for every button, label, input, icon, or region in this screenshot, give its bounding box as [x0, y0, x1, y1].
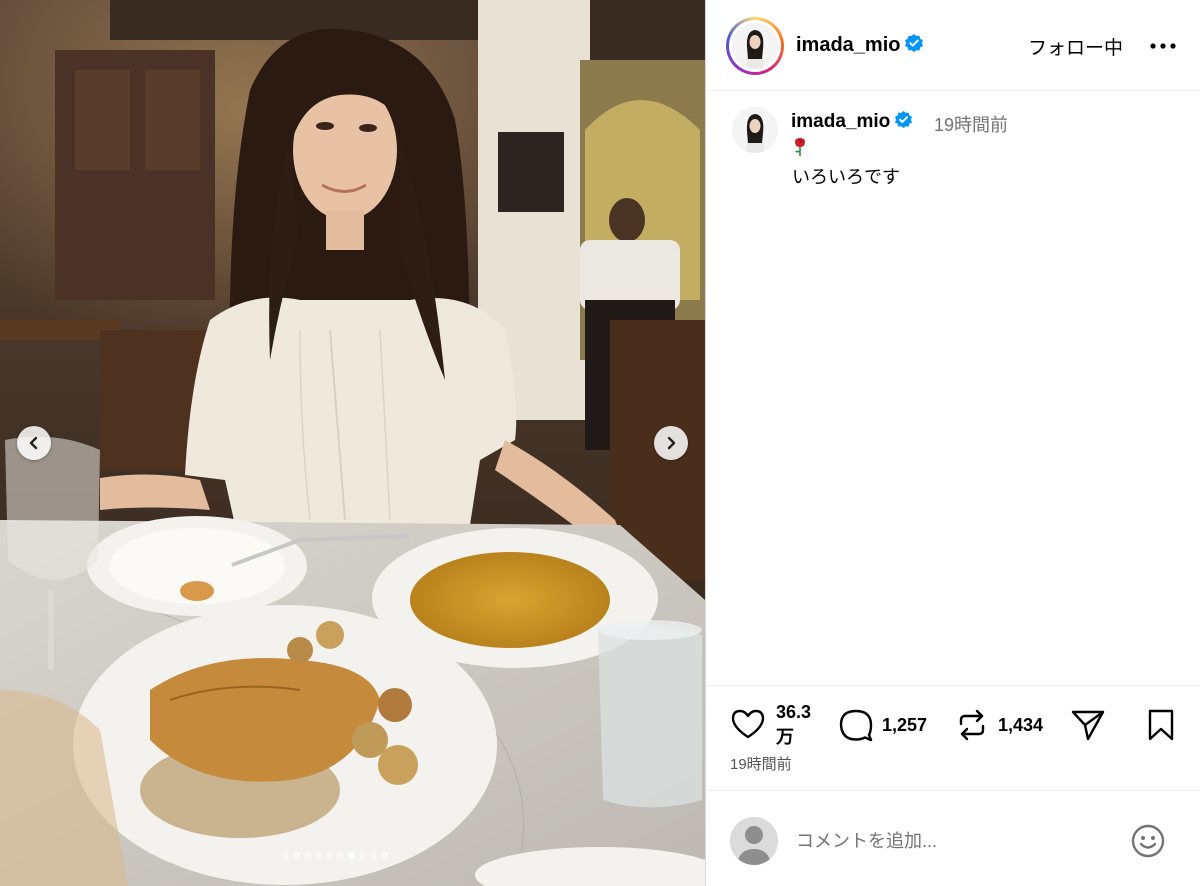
carousel-dot — [293, 852, 300, 859]
caption-username[interactable]: imada_mio — [791, 111, 890, 132]
carousel-dot — [337, 852, 344, 859]
chevron-left-icon — [29, 436, 38, 450]
chevron-right-icon — [667, 436, 676, 450]
carousel-dot — [381, 852, 388, 859]
caption-avatar[interactable] — [732, 107, 778, 153]
caption-timestamp[interactable]: 19時間前 — [934, 111, 1008, 137]
carousel-dot — [370, 852, 377, 859]
repost-count: 1,434 — [998, 714, 1044, 735]
viewer-avatar — [730, 817, 778, 865]
default-avatar-icon — [730, 817, 778, 865]
comment-composer — [706, 790, 1200, 886]
likes-unit: 万 — [776, 727, 794, 747]
caption-text: いろいろです — [792, 167, 900, 187]
following-button[interactable]: フォロー中 — [1028, 33, 1123, 60]
profile-picture — [732, 23, 778, 69]
comment-count: 1,257 — [882, 714, 928, 735]
heart-icon — [731, 709, 765, 739]
carousel-indicator — [282, 852, 388, 859]
post-photo — [0, 0, 705, 886]
verified-badge-icon — [895, 110, 913, 129]
profile-picture — [732, 107, 778, 153]
carousel-dot — [348, 852, 355, 859]
carousel-dot — [359, 852, 366, 859]
carousel-dot — [326, 852, 333, 859]
likes-count[interactable]: 36.3 万 — [776, 700, 811, 750]
likes-value: 36.3 — [776, 702, 812, 722]
header-username-row[interactable]: imada_mio — [796, 33, 924, 57]
share-button[interactable] — [1070, 708, 1106, 742]
comment-input[interactable] — [796, 825, 1096, 857]
post-header: imada_mio フォロー中 — [706, 0, 1200, 91]
emoji-icon[interactable] — [1130, 823, 1166, 859]
rose-icon — [795, 138, 805, 156]
like-button[interactable] — [730, 708, 766, 740]
post-actions: 36.3 万 1,257 1,434 19時間前 — [706, 685, 1200, 790]
post-timestamp[interactable]: 19時間前 — [730, 753, 792, 774]
bookmark-button[interactable] — [1146, 708, 1176, 742]
header-avatar[interactable] — [726, 17, 784, 75]
repost-button[interactable]: 1,434 — [955, 708, 1043, 742]
carousel-dot — [282, 852, 289, 859]
caption-username-row[interactable]: imada_mio — [791, 110, 913, 133]
header-username[interactable]: imada_mio — [796, 34, 900, 56]
carousel-dot — [304, 852, 311, 859]
post-media[interactable] — [0, 0, 705, 886]
comment-icon — [839, 709, 873, 742]
carousel-dot — [315, 852, 322, 859]
repost-icon — [959, 709, 985, 741]
share-icon — [1071, 710, 1105, 741]
more-icon[interactable] — [1149, 34, 1177, 58]
post-side-panel: imada_mio フォロー中 imada_mio 19時間前 いろいろです 3… — [705, 0, 1200, 886]
verified-badge-icon — [905, 34, 924, 52]
carousel-prev-button[interactable] — [17, 426, 51, 460]
bookmark-icon — [1148, 709, 1174, 741]
carousel-next-button[interactable] — [654, 426, 688, 460]
comment-button[interactable]: 1,257 — [838, 708, 927, 742]
